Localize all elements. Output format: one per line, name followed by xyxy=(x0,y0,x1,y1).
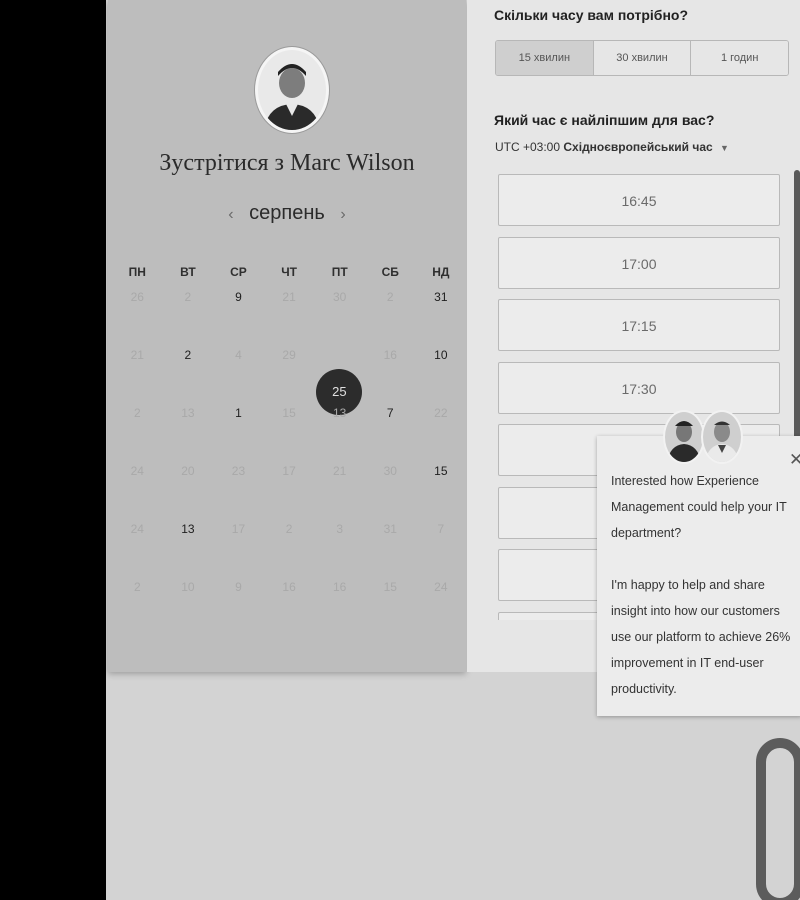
unavailable-day: 31 xyxy=(383,522,397,536)
calendar-week: 24 13 17 2 3 31 7 xyxy=(112,515,470,573)
selected-day[interactable]: 25 xyxy=(314,341,365,415)
chat-launcher-icon[interactable] xyxy=(756,738,800,900)
time-slot[interactable]: 16:45 xyxy=(498,174,780,226)
unavailable-day: 2 xyxy=(133,580,141,594)
unavailable-day: 2 xyxy=(285,522,293,536)
unavailable-day: 21 xyxy=(130,348,144,362)
duration-option[interactable]: 1 годин xyxy=(691,41,788,75)
duration-option[interactable]: 15 хвилин xyxy=(496,41,594,75)
weekday-label: ПН xyxy=(128,265,146,279)
calendar-week: 24 20 23 17 21 30 15 xyxy=(112,457,470,515)
unavailable-day: 9 xyxy=(235,580,242,594)
timezone-selector[interactable]: UTC +03:00 Східноєвропейський час ▼ xyxy=(495,140,729,154)
duration-option[interactable]: 30 хвилин xyxy=(593,41,692,75)
host-name: Marc Wilson xyxy=(290,150,415,176)
unavailable-day: 24 xyxy=(130,522,144,536)
available-day[interactable]: 15 xyxy=(416,457,467,485)
unavailable-day: 17 xyxy=(282,464,296,478)
calendar-week: 21 2 4 29 25 16 10 xyxy=(112,341,470,415)
month-label: серпень xyxy=(249,202,325,224)
time-question: Який час є найліпшим для вас? xyxy=(494,112,715,128)
available-day[interactable]: 7 xyxy=(365,399,416,427)
unavailable-day: 20 xyxy=(181,464,195,478)
unavailable-day: 3 xyxy=(336,522,344,536)
host-avatar xyxy=(255,47,329,133)
time-slot[interactable]: 17:00 xyxy=(498,236,780,289)
unavailable-day: 15 xyxy=(282,406,296,420)
chat-message-intro: Interested how Experience Management cou… xyxy=(611,474,787,540)
unavailable-day: 23 xyxy=(231,464,246,478)
available-day[interactable]: 1 xyxy=(213,399,264,427)
unavailable-day: 29 xyxy=(282,348,296,362)
page-background: Зустрітися з Marc Wilson ‹ серпень › ПН В… xyxy=(106,0,800,900)
available-day[interactable]: 13 xyxy=(163,515,214,543)
unavailable-day: 16 xyxy=(383,348,397,362)
unavailable-day: 30 xyxy=(383,464,397,478)
title-prefix: Зустрітися з xyxy=(159,150,285,176)
unavailable-day: 13 xyxy=(332,406,347,420)
unavailable-day: 22 xyxy=(434,406,448,420)
weekday-header: ПН ВТ СР ЧТ ПТ СБ НД xyxy=(112,265,470,279)
next-month-icon[interactable]: › xyxy=(340,206,345,223)
calendar-week: 2 10 9 16 16 15 24 xyxy=(112,573,470,631)
available-day[interactable]: 31 xyxy=(416,283,467,311)
duration-selector: 15 хвилин 30 хвилин 1 годин xyxy=(495,40,789,76)
weekday-label: СР xyxy=(230,265,247,279)
unavailable-day: 24 xyxy=(434,580,448,594)
prev-month-icon[interactable]: ‹ xyxy=(228,206,233,223)
weekday-label: НД xyxy=(432,265,450,279)
unavailable-day: 15 xyxy=(383,580,397,594)
timezone-offset: UTC +03:00 xyxy=(495,140,561,154)
unavailable-day: 4 xyxy=(235,348,242,362)
unavailable-day: 2 xyxy=(184,290,192,304)
caret-down-icon: ▼ xyxy=(720,143,729,153)
agent-avatar xyxy=(663,410,705,464)
unavailable-day: 21 xyxy=(282,290,296,304)
chat-message: Interested how Experience Management cou… xyxy=(611,468,799,702)
meeting-title: Зустрітися з Marc Wilson xyxy=(108,150,466,177)
unavailable-day: 17 xyxy=(231,522,246,536)
available-day[interactable]: 10 xyxy=(416,341,467,369)
calendar-week: 2 13 1 15 13 7 22 xyxy=(112,399,470,457)
unavailable-day: 26 xyxy=(130,290,144,304)
weekday-label: ЧТ xyxy=(281,265,297,279)
month-navigation: ‹ серпень › xyxy=(108,202,466,225)
unavailable-day: 13 xyxy=(181,406,195,420)
agent-avatar xyxy=(701,410,743,464)
unavailable-day: 16 xyxy=(282,580,296,594)
unavailable-day: 2 xyxy=(133,406,141,420)
chat-message-body: I'm happy to help and share insight into… xyxy=(611,578,791,696)
available-day[interactable]: 2 xyxy=(163,341,214,369)
calendar-panel: Зустрітися з Marc Wilson ‹ серпень › ПН В… xyxy=(108,0,466,672)
unavailable-day: 10 xyxy=(181,580,195,594)
unavailable-day: 7 xyxy=(437,522,445,536)
weekday-label: ВТ xyxy=(180,265,196,279)
timezone-name: Східноєвропейський час xyxy=(563,140,713,154)
weekday-label: ПТ xyxy=(331,265,348,279)
unavailable-day: 16 xyxy=(332,580,347,594)
unavailable-day: 24 xyxy=(130,464,144,478)
available-day[interactable]: 9 xyxy=(213,283,264,311)
calendar-week: 26 2 9 21 30 2 31 xyxy=(112,283,470,341)
weekday-label: СБ xyxy=(381,265,399,279)
unavailable-day: 30 xyxy=(332,290,347,304)
close-icon[interactable]: ✕ xyxy=(789,450,800,470)
time-slot[interactable]: 17:30 xyxy=(498,361,780,414)
unavailable-day: 21 xyxy=(332,464,347,478)
duration-question: Скільки часу вам потрібно? xyxy=(494,7,689,23)
unavailable-day: 2 xyxy=(386,290,394,304)
chat-spacer xyxy=(611,546,799,572)
calendar-grid: 26 2 9 21 30 2 31 21 2 4 29 25 16 10 2 13 1 15 13 7 22 24 20 23… xyxy=(112,283,470,631)
time-slot[interactable]: 17:15 xyxy=(498,299,780,351)
